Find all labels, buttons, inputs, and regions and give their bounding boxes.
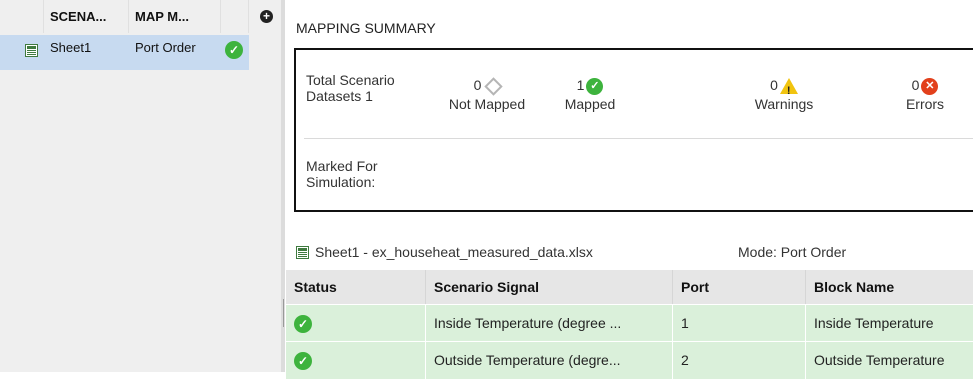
check-icon: ✓ <box>225 41 243 59</box>
port-cell: 1 <box>673 305 806 342</box>
table-row[interactable]: ✓ Inside Temperature (degree ... 1 Insid… <box>286 304 973 342</box>
mapping-mode-label: Mode: Port Order <box>738 244 847 260</box>
scenario-panel: SCENA... MAP M... + Sheet1 Port Order ✓ <box>0 0 282 372</box>
splitter-grip[interactable] <box>283 299 284 327</box>
column-header-map-mode[interactable]: MAP M... <box>129 0 221 33</box>
summary-divider <box>304 138 973 139</box>
scenario-table-header: SCENA... MAP M... <box>0 0 282 33</box>
errors-label: Errors <box>905 96 945 112</box>
table-row[interactable]: ✓ Outside Temperature (degre... 2 Outsid… <box>286 341 973 379</box>
dataset-file-line: Sheet1 - ex_househeat_measured_data.xlsx <box>296 244 593 260</box>
spreadsheet-icon <box>296 246 309 259</box>
check-icon: ✓ <box>294 315 312 334</box>
warnings-count: 0 <box>770 77 778 93</box>
mapping-panel: MAPPING SUMMARY Total Scenario Datasets … <box>286 0 973 379</box>
stat-errors: 0 ✕ Errors <box>890 74 960 112</box>
errors-count: 0 <box>911 77 920 93</box>
warnings-label: Warnings <box>754 96 814 112</box>
scenario-name: Sheet1 <box>50 40 92 55</box>
mapped-count: 1 <box>576 77 585 93</box>
column-header-block-name[interactable]: Block Name <box>806 270 973 304</box>
scenario-signal-cell: Inside Temperature (degree ... <box>426 305 673 342</box>
add-scenario-button[interactable]: + <box>260 10 273 23</box>
column-header-scenario-signal[interactable]: Scenario Signal <box>426 270 673 304</box>
scenario-signal-cell: Outside Temperature (degre... <box>426 342 673 379</box>
mapping-summary-box: Total Scenario Datasets 1 0 Not Mapped 1… <box>294 48 973 212</box>
stat-not-mapped: 0 Not Mapped <box>442 74 532 112</box>
total-datasets-label: Total Scenario Datasets 1 <box>306 72 395 104</box>
column-header-status <box>221 0 249 33</box>
column-header-scenario[interactable]: SCENA... <box>44 0 129 33</box>
port-cell: 2 <box>673 342 806 379</box>
row-icon-column-header <box>0 0 44 33</box>
table-header-row: Status Scenario Signal Port Block Name <box>286 270 973 304</box>
column-header-port[interactable]: Port <box>673 270 806 304</box>
check-icon: ✓ <box>586 77 604 95</box>
not-mapped-label: Not Mapped <box>448 96 526 112</box>
not-mapped-count: 0 <box>473 77 482 93</box>
dataset-file-name: Sheet1 - ex_househeat_measured_data.xlsx <box>315 244 593 260</box>
diamond-icon <box>484 77 504 96</box>
row-status-cell: ✓ <box>286 305 426 342</box>
row-status-cell: ✓ <box>286 342 426 379</box>
marked-for-simulation-label: Marked For Simulation: <box>306 158 378 190</box>
scenario-map-mode: Port Order <box>135 40 196 55</box>
warning-icon <box>779 78 798 102</box>
column-header-status[interactable]: Status <box>286 270 426 304</box>
check-icon: ✓ <box>294 352 312 371</box>
spreadsheet-icon <box>25 44 38 57</box>
stat-mapped: 1 ✓ Mapped <box>540 74 640 112</box>
stat-warnings: 0 Warnings <box>734 74 834 112</box>
block-name-cell: Inside Temperature <box>806 305 973 342</box>
scenario-row[interactable]: Sheet1 Port Order ✓ <box>0 35 249 70</box>
block-name-cell: Outside Temperature <box>806 342 973 379</box>
mapped-label: Mapped <box>564 96 616 112</box>
summary-title: MAPPING SUMMARY <box>296 20 436 36</box>
error-icon: ✕ <box>921 77 939 95</box>
